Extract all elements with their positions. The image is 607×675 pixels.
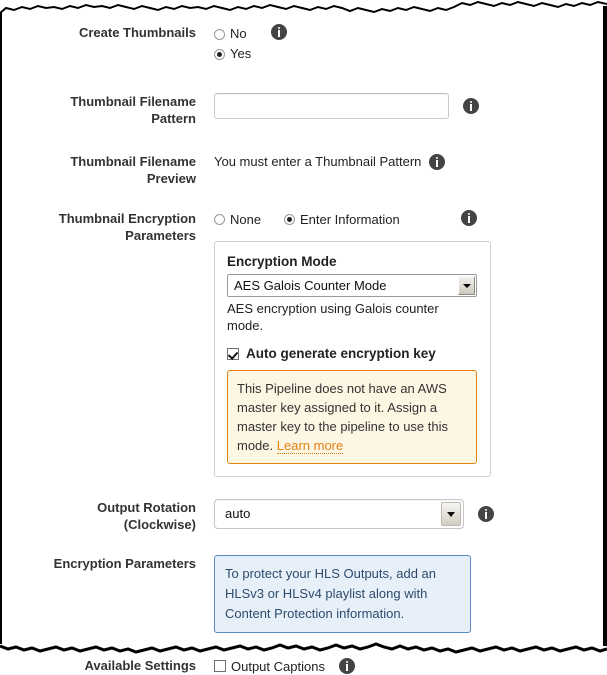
- radio-group-thumbnail-encryption: None Enter Information: [214, 210, 400, 228]
- auto-generate-key-row[interactable]: Auto generate encryption key: [227, 345, 478, 361]
- right-border-decoration: [603, 6, 607, 646]
- row-create-thumbnails: Create Thumbnails No Yes: [0, 24, 603, 64]
- info-icon-available-settings[interactable]: [338, 658, 355, 675]
- info-icon-output-rotation[interactable]: [478, 506, 494, 523]
- field-create-thumbnails: No Yes: [196, 24, 603, 64]
- settings-form: Create Thumbnails No Yes Thumbnail Filen…: [0, 16, 603, 675]
- learn-more-link[interactable]: Learn more: [276, 438, 344, 455]
- radio-option-yes[interactable]: Yes: [214, 44, 251, 64]
- auto-generate-key-label: Auto generate encryption key: [246, 346, 436, 362]
- encryption-mode-select-value: AES Galois Counter Mode: [234, 278, 387, 294]
- label-line-1: Thumbnail Filename: [70, 94, 196, 110]
- label-available-settings: Available Settings: [84, 658, 197, 674]
- label-line-2: Parameters: [125, 228, 196, 244]
- label-line-2: Preview: [146, 171, 196, 187]
- screenshot-root: Create Thumbnails No Yes Thumbnail Filen…: [0, 0, 607, 675]
- row-thumbnail-encryption-parameters: Thumbnail Encryption Parameters None Ent…: [0, 210, 603, 478]
- radio-yes-label: Yes: [230, 46, 252, 62]
- label-create-thumbnails: Create Thumbnails: [78, 25, 196, 40]
- thumbnail-filename-pattern-input[interactable]: [214, 93, 449, 120]
- encryption-mode-title: Encryption Mode: [227, 254, 337, 270]
- radio-yes-icon[interactable]: [214, 48, 225, 60]
- label-line-1: Thumbnail Encryption: [58, 211, 196, 227]
- row-encryption-parameters: Encryption Parameters To protect your HL…: [0, 555, 603, 634]
- info-icon-thumbnail-filename-preview[interactable]: [429, 154, 446, 171]
- output-captions-row[interactable]: Output Captions: [214, 657, 325, 675]
- label-line-1: Thumbnail Filename: [70, 154, 196, 170]
- master-key-warning-box: This Pipeline does not have an AWS maste…: [227, 370, 477, 465]
- label-line-1: Output Rotation: [97, 500, 196, 516]
- label-thumbnail-encryption-parameters: Thumbnail Encryption Parameters: [0, 210, 196, 244]
- row-output-rotation: Output Rotation (Clockwise) auto: [0, 499, 603, 533]
- label-thumbnail-filename-pattern: Thumbnail Filename Pattern: [0, 93, 196, 127]
- encryption-mode-help-text: AES encryption using Galois counter mode…: [227, 301, 439, 334]
- field-available-settings: Output Captions: [196, 657, 603, 675]
- row-thumbnail-filename-pattern: Thumbnail Filename Pattern: [0, 93, 603, 127]
- radio-enter-information-label: Enter Information: [299, 211, 400, 227]
- info-icon-thumbnail-encryption[interactable]: [460, 210, 477, 227]
- left-border-decoration: [0, 10, 2, 644]
- label-thumbnail-filename-preview: Thumbnail Filename Preview: [0, 153, 196, 187]
- radio-group-create-thumbnails: No Yes: [214, 24, 251, 64]
- output-captions-checkbox[interactable]: [214, 660, 226, 673]
- label-line-2: Pattern: [151, 111, 196, 127]
- output-captions-label: Output Captions: [231, 658, 325, 674]
- radio-no-icon[interactable]: [214, 28, 225, 40]
- field-thumbnail-encryption-parameters: None Enter Information Encryption Mode A…: [196, 210, 603, 478]
- radio-no-label: No: [230, 26, 247, 41]
- chevron-down-icon[interactable]: [441, 502, 461, 527]
- auto-generate-key-checkbox[interactable]: [227, 347, 239, 360]
- radio-option-no[interactable]: No: [214, 24, 251, 44]
- encryption-mode-select[interactable]: AES Galois Counter Mode: [227, 274, 477, 298]
- radio-enter-information-icon[interactable]: [283, 213, 295, 225]
- output-rotation-select[interactable]: auto: [214, 499, 464, 530]
- radio-none-icon[interactable]: [214, 213, 225, 225]
- encryption-panel: Encryption Mode AES Galois Counter Mode …: [214, 241, 491, 478]
- info-icon-create-thumbnails[interactable]: [271, 24, 288, 40]
- output-rotation-select-value: auto: [225, 506, 251, 522]
- info-icon-thumbnail-filename-pattern[interactable]: [463, 98, 479, 115]
- row-thumbnail-filename-preview: Thumbnail Filename Preview You must ente…: [0, 153, 603, 187]
- label-encryption-parameters: Encryption Parameters: [53, 556, 196, 572]
- radio-none-label: None: [230, 211, 262, 227]
- label-output-rotation: Output Rotation (Clockwise): [0, 499, 196, 533]
- label-line-2: (Clockwise): [123, 517, 196, 533]
- thumbnail-filename-preview-text: You must enter a Thumbnail Pattern: [214, 154, 422, 170]
- field-thumbnail-filename-preview: You must enter a Thumbnail Pattern: [196, 153, 603, 171]
- chevron-down-icon[interactable]: [458, 276, 475, 296]
- field-encryption-parameters: To protect your HLS Outputs, add an HLSv…: [196, 555, 603, 634]
- field-thumbnail-filename-pattern: [196, 93, 603, 120]
- field-output-rotation: auto: [196, 499, 603, 530]
- row-available-settings: Available Settings Output Captions: [0, 657, 603, 675]
- encryption-parameters-info-box: To protect your HLS Outputs, add an HLSv…: [214, 555, 471, 634]
